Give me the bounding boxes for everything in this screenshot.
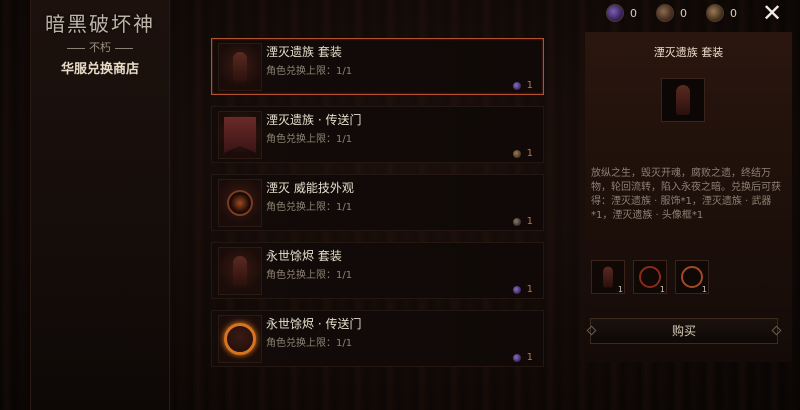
fire-portal-icon <box>218 315 262 363</box>
item-price: 1 <box>512 148 533 159</box>
purple-orb-icon <box>512 353 521 362</box>
cosmetic-set-icon <box>218 43 262 91</box>
logo-subtitle-text: 不朽 <box>89 41 111 54</box>
item-name: 永世馀烬 · 传送门 <box>266 317 362 331</box>
item-name: 湮灭遗族 套装 <box>266 45 342 59</box>
item-limit: 角色兑换上限：1/1 <box>266 134 353 145</box>
detail-description: 放纵之生，毁灭开魂，腐败之遗，终结万物，轮回流转，陷入永夜之暗。兑换后可获得：湮… <box>591 168 781 221</box>
bronze-orb-icon <box>512 149 521 158</box>
reward-count: 1 <box>617 285 623 294</box>
logo-title: 暗黑破坏神 <box>45 12 155 36</box>
close-icon: ✕ <box>761 0 783 27</box>
detail-panel: 湮灭遗族 套装 放纵之生，毁灭开魂，腐败之遗，终结万物，轮回流转，陷入永夜之暗。… <box>585 32 792 362</box>
divider <box>115 47 133 49</box>
armor-cosmetic-icon[interactable]: 1 <box>591 260 625 294</box>
purple-orb-icon <box>606 4 624 22</box>
divider <box>67 47 85 49</box>
close-button[interactable]: ✕ <box>757 0 787 26</box>
currency-gold: 0 <box>706 4 756 22</box>
price-value: 1 <box>526 284 533 295</box>
item-name: 永世馀烬 套装 <box>266 249 342 263</box>
cosmetic-set-icon <box>218 247 262 295</box>
list-item[interactable]: 湮灭遗族 套装 角色兑换上限：1/1 1 <box>211 38 544 95</box>
price-value: 1 <box>526 80 533 91</box>
purple-orb-icon <box>512 81 521 90</box>
list-item[interactable]: 永世馀烬 套装 角色兑换上限：1/1 1 <box>211 242 544 299</box>
avatar-frame-icon[interactable]: 1 <box>675 260 709 294</box>
item-limit: 角色兑换上限：1/1 <box>266 338 353 349</box>
cosmetic-set-icon <box>661 78 705 122</box>
list-item[interactable]: 湮灭 威能技外观 角色兑换上限：1/1 1 <box>211 174 544 231</box>
logo-subtitle: 不朽 <box>31 39 169 55</box>
item-price: 1 <box>512 352 533 363</box>
price-value: 1 <box>526 352 533 363</box>
item-price: 1 <box>512 216 533 227</box>
price-value: 1 <box>526 216 533 227</box>
skill-effect-icon <box>218 179 262 227</box>
left-panel: 暗黑破坏神 不朽 华服兑换商店 <box>30 0 170 410</box>
portal-banner-icon <box>218 111 262 159</box>
detail-title: 湮灭遗族 套装 <box>653 46 724 59</box>
buy-button[interactable]: 购买 <box>590 318 778 344</box>
item-name: 湮灭 威能技外观 <box>266 181 354 195</box>
gold-orb-icon <box>706 4 724 22</box>
price-value: 1 <box>526 148 533 159</box>
currency-value: 0 <box>630 6 637 20</box>
purple-orb-icon <box>512 285 521 294</box>
reward-list: 1 1 1 <box>591 260 709 294</box>
reward-count: 1 <box>701 285 707 294</box>
list-item[interactable]: 永世馀烬 · 传送门 角色兑换上限：1/1 1 <box>211 310 544 367</box>
item-price: 1 <box>512 80 533 91</box>
bronze-orb-icon <box>656 4 674 22</box>
currency-value: 0 <box>680 6 687 20</box>
currency-bar: 0 0 0 <box>606 4 756 22</box>
currency-value: 0 <box>730 6 737 20</box>
reward-count: 1 <box>659 285 665 294</box>
game-logo: 暗黑破坏神 不朽 <box>31 8 169 55</box>
item-name: 湮灭遗族 · 传送门 <box>266 113 362 127</box>
item-limit: 角色兑换上限：1/1 <box>266 66 353 77</box>
item-price: 1 <box>512 284 533 295</box>
currency-purple: 0 <box>606 4 656 22</box>
item-limit: 角色兑换上限：1/1 <box>266 202 353 213</box>
weapon-cosmetic-icon[interactable]: 1 <box>633 260 667 294</box>
shop-title: 华服兑换商店 <box>60 62 139 77</box>
list-item[interactable]: 湮灭遗族 · 传送门 角色兑换上限：1/1 1 <box>211 106 544 163</box>
currency-bronze: 0 <box>656 4 706 22</box>
gray-orb-icon <box>512 217 521 226</box>
item-limit: 角色兑换上限：1/1 <box>266 270 353 281</box>
